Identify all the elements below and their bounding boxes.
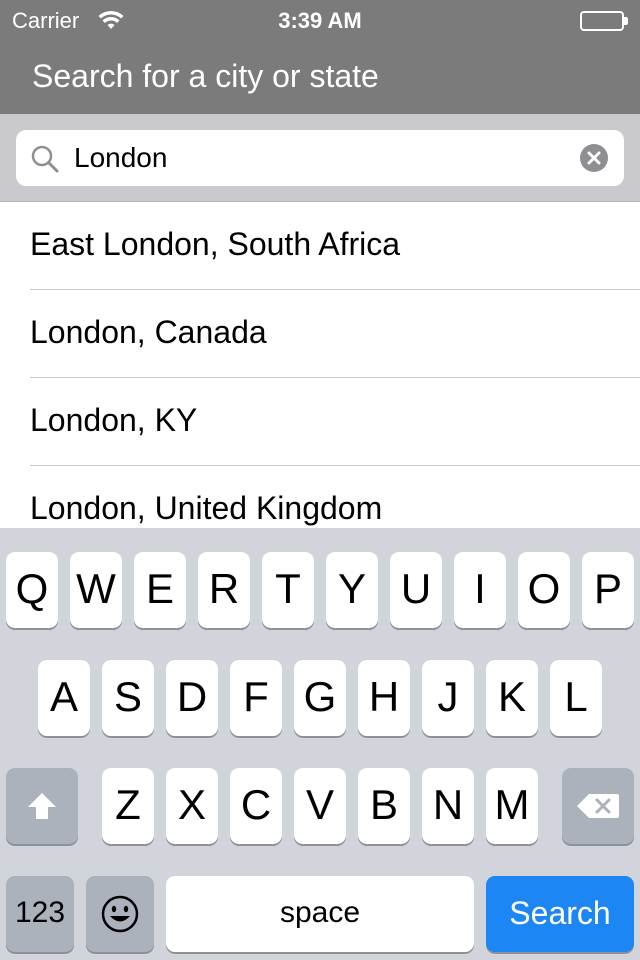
key-f[interactable]: F	[230, 660, 282, 736]
key-x[interactable]: X	[166, 768, 218, 844]
navigation-bar: Carrier 3:39 AM Search for a city or sta…	[0, 0, 640, 114]
shift-key[interactable]	[6, 768, 78, 844]
key-p[interactable]: P	[582, 552, 634, 628]
key-d[interactable]: D	[166, 660, 218, 736]
search-input-value: London	[74, 142, 168, 173]
list-item-label: East London, South Africa	[30, 226, 401, 262]
key-z[interactable]: Z	[102, 768, 154, 844]
list-item[interactable]: London, KY	[0, 378, 640, 466]
key-w[interactable]: W	[70, 552, 122, 628]
key-k[interactable]: K	[486, 660, 538, 736]
battery-icon	[580, 11, 628, 31]
list-item-label: London, United Kingdom	[30, 490, 383, 526]
key-v[interactable]: V	[294, 768, 346, 844]
delete-key[interactable]	[562, 768, 634, 844]
emoji-key[interactable]	[86, 876, 154, 952]
search-icon	[30, 144, 60, 174]
key-l[interactable]: L	[550, 660, 602, 736]
key-o[interactable]: O	[518, 552, 570, 628]
status-bar: Carrier 3:39 AM	[0, 0, 640, 40]
space-key[interactable]: space	[166, 876, 474, 952]
page-title: Search for a city or state	[32, 58, 379, 94]
key-c[interactable]: C	[230, 768, 282, 844]
list-item[interactable]: East London, South Africa	[0, 202, 640, 290]
list-item-label: London, KY	[30, 402, 198, 438]
results-list: East London, South Africa London, Canada…	[0, 202, 640, 528]
keyboard: Q W E R T Y U I O P A S D F G H J K L Z …	[0, 528, 640, 960]
key-q[interactable]: Q	[6, 552, 58, 628]
list-item[interactable]: London, Canada	[0, 290, 640, 378]
key-m[interactable]: M	[486, 768, 538, 844]
search-bar: London	[0, 114, 640, 202]
key-n[interactable]: N	[422, 768, 474, 844]
key-j[interactable]: J	[422, 660, 474, 736]
key-a[interactable]: A	[38, 660, 90, 736]
key-t[interactable]: T	[262, 552, 314, 628]
key-y[interactable]: Y	[326, 552, 378, 628]
clear-icon[interactable]	[580, 144, 608, 172]
list-item-label: London, Canada	[30, 314, 267, 350]
search-input[interactable]: London	[16, 130, 624, 186]
clock: 3:39 AM	[278, 8, 362, 33]
key-h[interactable]: H	[358, 660, 410, 736]
key-s[interactable]: S	[102, 660, 154, 736]
key-g[interactable]: G	[294, 660, 346, 736]
key-e[interactable]: E	[134, 552, 186, 628]
key-b[interactable]: B	[358, 768, 410, 844]
key-r[interactable]: R	[198, 552, 250, 628]
list-item[interactable]: London, United Kingdom	[0, 466, 640, 528]
key-i[interactable]: I	[454, 552, 506, 628]
search-button[interactable]: Search	[486, 876, 634, 952]
key-u[interactable]: U	[390, 552, 442, 628]
numbers-key[interactable]: 123	[6, 876, 74, 952]
